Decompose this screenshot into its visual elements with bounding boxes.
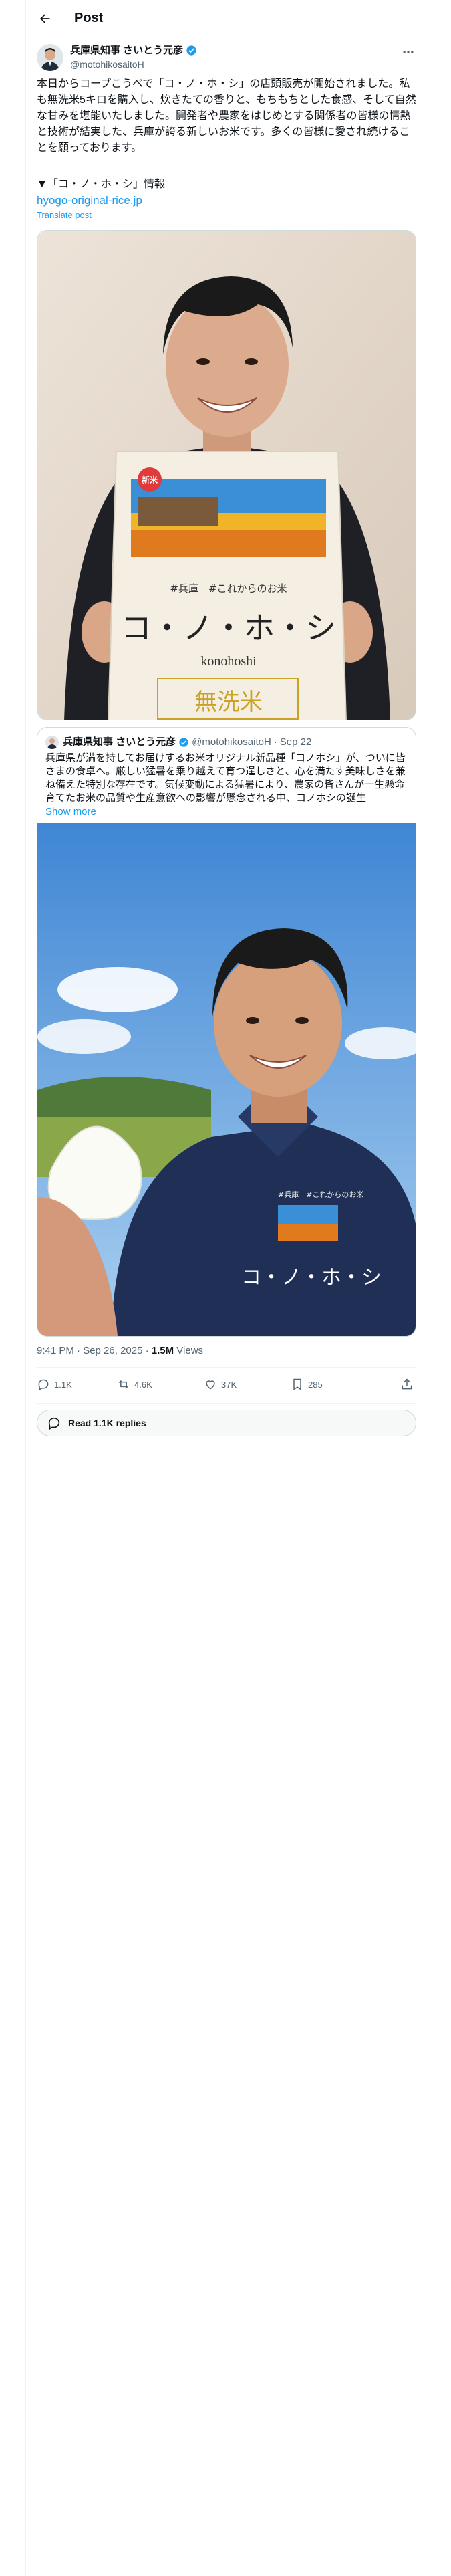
quoted-author-handle: @motohikosaitoH [192, 736, 271, 748]
repost-count: 4.6K [134, 1379, 152, 1390]
repost-icon [118, 1380, 129, 1389]
share-button[interactable] [400, 1378, 414, 1391]
more-options-button[interactable] [400, 44, 416, 60]
translate-post-link[interactable]: Translate post [37, 210, 92, 221]
post-timestamp[interactable]: 9:41 PM · Sep 26, 2025 · [37, 1345, 152, 1356]
show-more-link[interactable]: Show more [45, 805, 96, 819]
author-avatar[interactable] [37, 44, 63, 71]
quoted-separator: · [273, 736, 277, 748]
page: Post 兵庫県知事 さいとう元彦 @motohikosaitoH 本日からコー… [0, 0, 451, 2576]
reply-icon [38, 1379, 49, 1391]
action-bar: 1.1K 4.6K 37K 285 [37, 1372, 416, 1399]
bookmark-count: 285 [308, 1379, 323, 1390]
arrow-left-icon [40, 14, 50, 23]
header: Post [26, 0, 427, 37]
quoted-date: Sep 22 [279, 736, 312, 748]
bag-romaji-name: konohoshi [200, 654, 257, 669]
reply-button[interactable]: 1.1K [37, 1378, 72, 1391]
like-button[interactable]: 37K [204, 1378, 237, 1391]
verified-badge-icon [186, 45, 196, 56]
heart-icon [206, 1380, 215, 1390]
page-title: Post [74, 11, 104, 25]
divider [37, 1367, 416, 1368]
bookmark-icon [293, 1378, 301, 1390]
post-text: 本日からコープこうべで「コ・ノ・ホ・シ」の店頭販売が開始されました。私も無洗米5… [37, 78, 416, 154]
quoted-author-avatar [45, 736, 59, 749]
quoted-text: 兵庫県が満を持してお届けするお米オリジナル新品種「コノホシ」が、ついに皆さまの食… [45, 752, 406, 804]
divider [37, 1403, 416, 1404]
like-count: 37K [221, 1379, 237, 1390]
quoted-author-row: 兵庫県知事 さいとう元彦 @motohikosaitoH · Sep 22 [63, 736, 311, 749]
bag-region-label: #兵庫 #これからのお米 [170, 582, 287, 595]
verified-badge-icon [179, 738, 188, 747]
post-meta: 9:41 PM · Sep 26, 2025 · 1.5M Views [37, 1344, 203, 1358]
author-name[interactable]: 兵庫県知事 さいとう元彦 [70, 44, 183, 57]
reply-bubble-icon [48, 1417, 60, 1430]
bookmark-button[interactable]: 285 [291, 1378, 323, 1391]
photo-man-holding-onigiri: #兵庫 #これからのお米 コ・ノ・ホ・シ [37, 823, 416, 1336]
main-column: Post 兵庫県知事 さいとう元彦 @motohikosaitoH 本日からコー… [25, 0, 426, 2576]
quoted-author-name: 兵庫県知事 さいとう元彦 [63, 736, 176, 748]
more-dots-icon [403, 51, 414, 53]
quoted-post[interactable]: 兵庫県知事 さいとう元彦 @motohikosaitoH · Sep 22 兵庫… [37, 727, 416, 1337]
views-label: Views [174, 1345, 204, 1356]
repost-button[interactable]: 4.6K [117, 1378, 152, 1391]
back-button[interactable] [35, 9, 54, 28]
photo-man-holding-rice-bag: 新米 #兵庫 #これからのお米 コ・ノ・ホ・シ konohoshi 無洗米 [37, 231, 416, 720]
bag-brand-label: 新米 [142, 475, 158, 485]
bag-product-name: コ・ノ・ホ・シ [121, 610, 336, 646]
bag-bottom-label: 無洗米 [194, 689, 263, 716]
read-replies-label: Read 1.1K replies [68, 1418, 146, 1428]
info-heading: ▼「コ・ノ・ホ・シ」情報 [37, 179, 165, 190]
read-replies-button[interactable]: Read 1.1K replies [37, 1410, 416, 1436]
quoted-photo[interactable]: #兵庫 #これからのお米 コ・ノ・ホ・シ [37, 823, 416, 1336]
author-handle[interactable]: @motohikosaitoH [70, 58, 144, 70]
author-name-row: 兵庫県知事 さいとう元彦 [70, 44, 197, 57]
share-icon [402, 1378, 412, 1390]
reply-count: 1.1K [54, 1379, 72, 1390]
external-link[interactable]: hyogo-original-rice.jp [37, 193, 142, 208]
shirt-small-label: #兵庫 #これからのお米 [278, 1190, 363, 1199]
post-photo[interactable]: 新米 #兵庫 #これからのお米 コ・ノ・ホ・シ konohoshi 無洗米 [37, 230, 416, 720]
views-count: 1.5M [151, 1345, 174, 1356]
shirt-product-name: コ・ノ・ホ・シ [241, 1266, 382, 1289]
